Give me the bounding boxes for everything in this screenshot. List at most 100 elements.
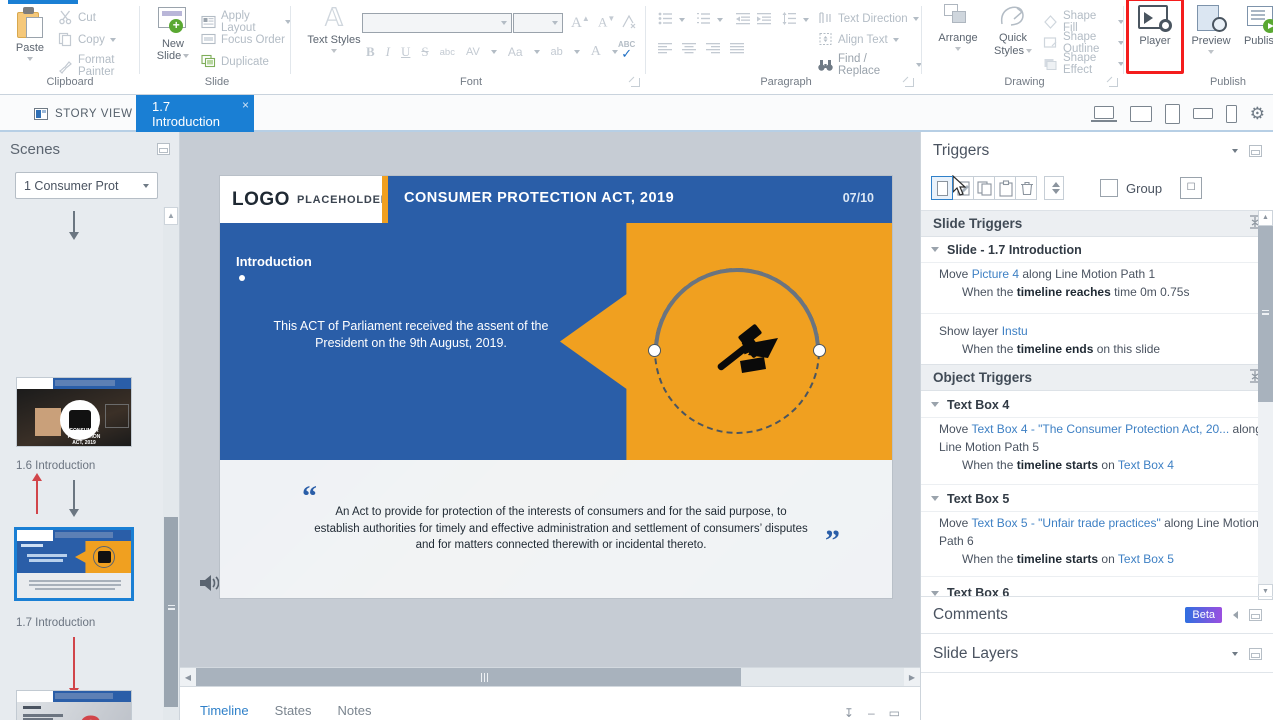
arrange-caret[interactable] — [955, 47, 961, 52]
font-name-input[interactable] — [362, 13, 512, 33]
underline-button[interactable]: U — [401, 44, 410, 60]
quick-styles-button[interactable]: Quick Styles — [987, 4, 1039, 57]
chevron-down-icon[interactable] — [931, 496, 939, 501]
player-button[interactable]: Player — [1129, 5, 1181, 47]
find-replace-button[interactable]: Find / Replace — [818, 53, 922, 77]
text-highlight-caret[interactable] — [573, 50, 580, 54]
tablet-portrait-preview-icon[interactable] — [1164, 103, 1180, 124]
publish-button[interactable]: Publish — [1237, 5, 1273, 47]
paste-button[interactable]: Paste — [6, 6, 54, 62]
clear-formatting-button[interactable] — [620, 13, 637, 30]
focus-order-button[interactable]: Focus Order — [201, 32, 285, 47]
scroll-right-arrow[interactable]: ▶ — [904, 668, 920, 687]
trigger-item-move-textbox5[interactable]: Move Text Box 5 - "Unfair trade practice… — [939, 514, 1273, 568]
scrollbar-thumb[interactable] — [164, 517, 178, 707]
text-styles-button[interactable]: 𝔸 Text Styles — [302, 4, 366, 54]
change-case-caret[interactable] — [533, 50, 540, 54]
triggers-scrollbar[interactable]: ▲ ▼ — [1258, 210, 1273, 600]
spell-check-button[interactable]: ABC ✓ — [618, 40, 635, 60]
numbered-list-caret[interactable] — [717, 17, 723, 22]
scene-thumbnail-1-7[interactable] — [14, 527, 134, 601]
chevron-down-icon[interactable] — [931, 590, 939, 596]
font-color-caret[interactable] — [611, 50, 618, 54]
phone-portrait-preview-icon[interactable] — [1225, 104, 1237, 123]
text-highlight-button[interactable]: ab — [551, 46, 563, 58]
settings-gear-icon[interactable]: ⚙ — [1250, 105, 1265, 122]
character-spacing-caret[interactable] — [490, 50, 497, 54]
trigger-item-move-textbox4[interactable]: Move Text Box 4 - "The Consumer Protecti… — [939, 420, 1273, 474]
scrollbar-up-arrow[interactable]: ▲ — [1258, 210, 1273, 226]
increase-indent-icon[interactable] — [757, 12, 772, 27]
align-right-icon[interactable] — [706, 43, 721, 58]
shape-effect-button[interactable]: Shape Effect — [1043, 52, 1124, 76]
text-styles-caret[interactable] — [331, 49, 337, 54]
bullet-list-icon[interactable] — [658, 12, 673, 27]
slide-layers-collapse-caret[interactable] — [1232, 651, 1238, 656]
text-direction-caret[interactable] — [912, 16, 919, 21]
scene-thumbnail-1-6[interactable]: CONSUMER PROTECTION ACT, 2019 — [16, 377, 132, 447]
comments-panel-header[interactable]: Comments Beta — [921, 596, 1273, 634]
tab-notes[interactable]: Notes — [338, 703, 372, 720]
new-trigger-button[interactable] — [931, 176, 953, 200]
tab-story-view[interactable]: STORY VIEW — [18, 95, 149, 132]
italic-button[interactable]: I — [386, 44, 390, 60]
scrollbar-up-arrow[interactable]: ▲ — [164, 207, 178, 225]
font-dialog-launcher[interactable] — [631, 78, 640, 87]
comments-collapse-caret[interactable] — [1233, 611, 1238, 619]
minimize-icon[interactable]: – — [868, 706, 875, 720]
preview-button[interactable]: Preview — [1185, 5, 1237, 55]
quick-styles-caret[interactable] — [1025, 48, 1032, 53]
chevron-down-icon[interactable] — [931, 247, 939, 252]
grow-font-button[interactable]: A▲ — [571, 14, 590, 32]
shrink-font-button[interactable]: A▼ — [598, 14, 615, 30]
motion-path-handle-right[interactable] — [813, 344, 826, 357]
cut-button[interactable]: Cut — [58, 10, 96, 25]
trigger-item-show-layer-instu[interactable]: Show layer Instu When the timeline ends … — [939, 322, 1273, 358]
align-text-caret[interactable] — [892, 37, 899, 42]
copy-dropdown-caret[interactable] — [109, 37, 116, 42]
phone-landscape-preview-icon[interactable] — [1192, 108, 1213, 119]
line-spacing-icon[interactable] — [782, 12, 797, 27]
panel-dock-icon[interactable] — [157, 143, 170, 155]
tab-states[interactable]: States — [275, 703, 312, 720]
align-center-icon[interactable] — [682, 43, 697, 58]
reorder-triggers-spinner[interactable] — [1044, 176, 1064, 200]
copy-trigger-button[interactable] — [973, 176, 995, 200]
character-spacing-button[interactable]: AV — [466, 46, 480, 58]
scrollbar-thumb[interactable] — [1258, 226, 1273, 402]
small-caps-button[interactable]: abc — [440, 47, 455, 58]
font-size-caret[interactable] — [552, 21, 558, 25]
change-case-button[interactable]: Aa — [508, 45, 523, 59]
new-slide-button[interactable]: + New Slide — [149, 6, 197, 63]
font-color-button[interactable]: A — [591, 44, 601, 60]
font-name-caret[interactable] — [501, 21, 507, 25]
delete-trigger-button[interactable] — [1015, 176, 1037, 200]
line-spacing-caret[interactable] — [803, 17, 809, 22]
drawing-dialog-launcher[interactable] — [1109, 78, 1118, 87]
apply-layout-button[interactable]: Apply Layout — [201, 10, 291, 34]
scene-thumbnail-1-8[interactable]: ? — [16, 690, 132, 720]
triggers-collapse-caret[interactable] — [1232, 149, 1238, 153]
slide-layers-panel-header[interactable]: Slide Layers — [921, 635, 1273, 673]
audio-speaker-icon[interactable] — [198, 572, 222, 594]
group-checkbox[interactable] — [1100, 179, 1118, 197]
align-justify-icon[interactable] — [730, 43, 745, 58]
trigger-item-move-picture4[interactable]: Move Picture 4 along Line Motion Path 1 … — [939, 265, 1273, 301]
download-icon[interactable]: ↧ — [844, 706, 854, 720]
duplicate-button[interactable]: Duplicate — [201, 54, 269, 69]
paste-dropdown-caret[interactable] — [27, 57, 33, 62]
motion-path-handle-left[interactable] — [648, 344, 661, 357]
decrease-indent-icon[interactable] — [736, 12, 751, 27]
canvas-horizontal-scrollbar[interactable]: ◀ ▶ — [180, 667, 920, 687]
expand-toggle-button[interactable]: ☐ — [1180, 177, 1203, 199]
tab-timeline[interactable]: Timeline — [200, 703, 249, 720]
align-text-button[interactable]: Align Text — [818, 32, 899, 47]
trigger-group-text-box-5[interactable]: Text Box 5 — [921, 486, 1273, 512]
scene-selector-dropdown[interactable]: 1 Consumer Prot — [15, 172, 158, 199]
close-icon[interactable]: × — [242, 98, 249, 112]
paste-trigger-button[interactable] — [994, 176, 1016, 200]
preview-caret[interactable] — [1208, 50, 1214, 55]
slide-preview[interactable]: LOGO PLACEHOLDER CONSUMER PROTECTION ACT… — [220, 176, 892, 598]
paragraph-dialog-launcher[interactable] — [905, 78, 914, 87]
trigger-group-text-box-4[interactable]: Text Box 4 — [921, 392, 1273, 418]
